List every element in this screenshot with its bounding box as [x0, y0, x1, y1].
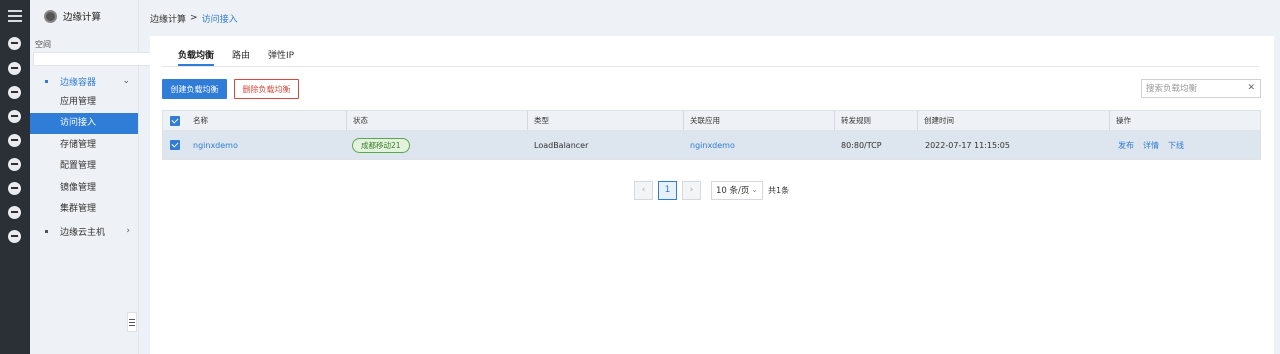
edge-logo-icon [44, 9, 57, 23]
column-header-actions: 操作 [1109, 111, 1131, 130]
sidebar-title: 边缘计算 [63, 12, 102, 23]
sidebar-group-label: 边缘容器 [60, 77, 97, 88]
sidebar-item-cluster[interactable]: 集群管理 [30, 199, 138, 220]
total-count: 共1条 [768, 185, 790, 195]
space-label: 空间 [35, 40, 51, 49]
breadcrumb-separator: > [190, 13, 198, 23]
cloud-icon[interactable] [8, 110, 21, 123]
offline-button[interactable]: 下线 [1168, 140, 1184, 151]
checkbox-checked-icon [170, 140, 180, 150]
sidebar-group-edge-container[interactable]: 边缘容器 ⌄ [30, 71, 138, 91]
column-header-status: 状态 [346, 111, 368, 130]
sidebar-item-config[interactable]: 配置管理 [30, 156, 138, 177]
menu-icon[interactable] [8, 10, 22, 22]
clear-icon[interactable]: ✕ [1247, 83, 1255, 93]
chevron-down-icon: ⌄ [122, 76, 130, 86]
column-header-app: 关联应用 [683, 111, 720, 130]
stack-icon[interactable] [8, 134, 21, 147]
next-page-button[interactable]: › [682, 180, 701, 200]
grid-icon[interactable] [8, 230, 21, 243]
column-header-type: 类型 [527, 111, 549, 130]
publish-button[interactable]: 发布 [1118, 140, 1134, 151]
collapse-sidebar-icon[interactable] [127, 312, 137, 332]
icon-rail [0, 0, 30, 354]
create-load-balancer-button[interactable]: 创建负载均衡 [162, 79, 227, 99]
search-input[interactable] [1142, 80, 1242, 97]
breadcrumb: 边缘计算 > 访问接入 [150, 12, 238, 25]
page-size-select[interactable]: 10 条/页 ⌄ [711, 180, 763, 200]
page-1-button[interactable]: 1 [658, 180, 677, 200]
column-header-name: 名称 [193, 116, 208, 125]
space-select[interactable] [33, 52, 164, 66]
tab-divider [162, 66, 1259, 67]
column-header-created: 创建时间 [917, 111, 954, 130]
row-type: LoadBalancer [534, 140, 589, 150]
detail-button[interactable]: 详情 [1143, 140, 1159, 151]
tab-bar: 负载均衡 路由 弹性IP [178, 48, 312, 66]
row-actions: 发布 详情 下线 [1118, 131, 1193, 159]
database-icon[interactable] [8, 158, 21, 171]
load-balancer-table: 名称 状态 类型 关联应用 转发规则 创建时间 操作 nginxdemo 成都移… [162, 110, 1261, 160]
sidebar: 边缘计算 空间 边缘容器 ⌄ 应用管理 访问接入 存储管理 配置管理 镜像管理 … [30, 0, 164, 354]
sidebar-item-storage[interactable]: 存储管理 [30, 135, 138, 156]
main-panel: 负载均衡 路由 弹性IP 创建负载均衡 删除负载均衡 ✕ 名称 状态 类型 关联… [150, 36, 1274, 354]
sidebar-group-edge-vm[interactable]: 边缘云主机 › [30, 221, 138, 241]
mail-icon[interactable] [8, 206, 21, 219]
circle-icon[interactable] [8, 37, 21, 50]
page-size-value: 10 条/页 [716, 186, 750, 196]
tab-route[interactable]: 路由 [232, 48, 250, 66]
bullet-icon [45, 79, 48, 83]
sidebar-item-app-manage[interactable]: 应用管理 [30, 92, 138, 113]
search-box: ✕ [1141, 79, 1261, 98]
cloud-upload-icon[interactable] [8, 182, 21, 195]
table-header: 名称 状态 类型 关联应用 转发规则 创建时间 操作 [163, 111, 1260, 131]
select-all-checkbox[interactable] [170, 111, 180, 130]
pagination: ‹ 1 › 10 条/页 ⌄ 共1条 [634, 180, 789, 200]
tab-elastic-ip[interactable]: 弹性IP [268, 48, 294, 66]
row-app-link[interactable]: nginxdemo [690, 131, 735, 159]
sidebar-item-image[interactable]: 镜像管理 [30, 178, 138, 199]
bullet-icon [45, 229, 48, 233]
table-row[interactable]: nginxdemo 成都移动21 LoadBalancer nginxdemo … [163, 131, 1260, 159]
chevron-down-icon: ⌄ [751, 184, 758, 194]
row-created: 2022-07-17 11:15:05 [925, 140, 1010, 150]
sidebar-group-label: 边缘云主机 [60, 227, 106, 238]
tab-load-balancer[interactable]: 负载均衡 [178, 48, 215, 66]
row-rule: 80:80/TCP [841, 140, 882, 150]
breadcrumb-root[interactable]: 边缘计算 [150, 12, 186, 25]
row-name-link[interactable]: nginxdemo [193, 131, 238, 159]
checkbox-checked-icon [170, 115, 180, 126]
sidebar-item-access[interactable]: 访问接入 [30, 113, 138, 134]
chevron-right-icon: › [126, 226, 130, 236]
row-checkbox[interactable] [170, 131, 180, 159]
row-status: 成都移动21 [352, 131, 410, 159]
sidebar-brand: 边缘计算 [44, 8, 101, 24]
prev-page-button[interactable]: ‹ [634, 180, 653, 200]
column-header-rule: 转发规则 [834, 111, 871, 130]
delete-load-balancer-button[interactable]: 删除负载均衡 [234, 79, 299, 99]
robot-icon[interactable] [8, 62, 21, 75]
status-badge: 成都移动21 [352, 137, 410, 153]
triangle-icon[interactable] [8, 86, 21, 99]
breadcrumb-current: 访问接入 [201, 14, 238, 25]
